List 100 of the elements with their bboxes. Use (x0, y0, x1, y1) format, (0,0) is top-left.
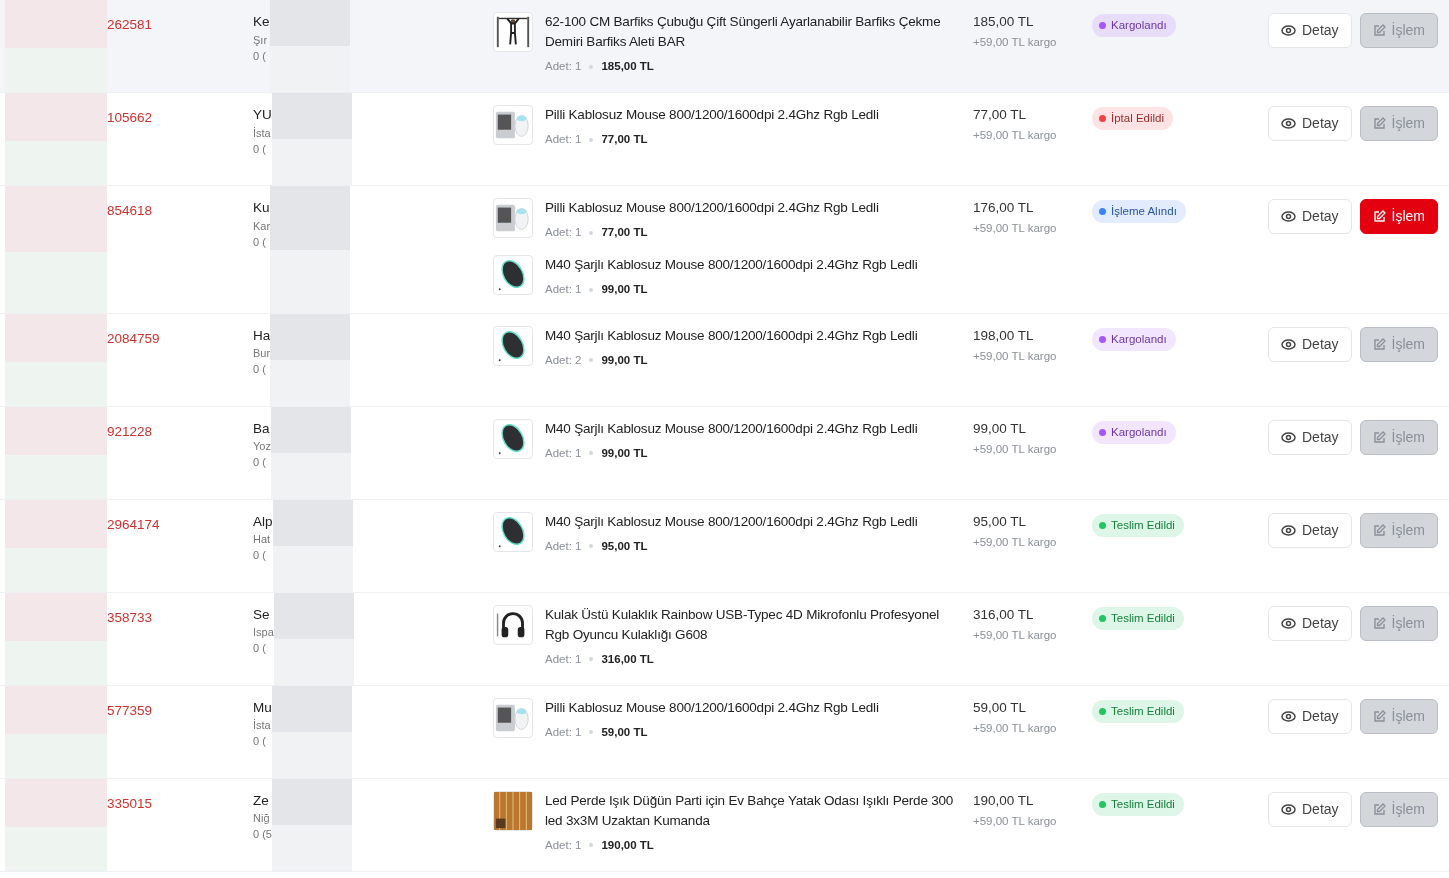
order-number: 358733 (107, 608, 154, 627)
shipping-fee: +59,00 TL kargo (973, 627, 1058, 643)
unit-price: 77,00 TL (601, 225, 648, 240)
customer-name: Mu (253, 700, 272, 716)
status-label: Kargolandı (1111, 424, 1167, 440)
shipping-fee: +59,00 TL kargo (973, 348, 1058, 364)
separator-dot (589, 730, 594, 735)
quantity: Adet: 1 (545, 724, 582, 740)
status-label: Kargolandı (1111, 331, 1167, 347)
unit-price: 59,00 TL (601, 724, 648, 740)
eye-icon (1281, 617, 1296, 629)
customer-name: Ze (253, 793, 270, 809)
order-number: 921228 (107, 422, 154, 441)
order-total: 77,00 TL (973, 106, 1028, 124)
shipping-fee: +59,00 TL kargo (973, 813, 1058, 829)
edit-icon (1372, 616, 1386, 630)
edit-icon (1372, 709, 1386, 723)
status-label: Teslim Edildi (1111, 610, 1175, 626)
detail-button[interactable]: Detay (1268, 512, 1352, 548)
edit-icon (1372, 430, 1386, 444)
customer-phone: 0 ( (253, 549, 267, 562)
separator-dot (589, 230, 594, 235)
separator-dot (589, 451, 594, 456)
quantity: Adet: 1 (545, 59, 582, 74)
separator-dot (589, 137, 594, 142)
order-total: 198,00 TL (973, 326, 1035, 345)
quantity: Adet: 2 (545, 352, 582, 368)
detail-button[interactable]: Detay (1268, 791, 1352, 827)
eye-icon (1281, 431, 1296, 443)
product-title: Pilli Kablosuz Mouse 800/1200/1600dpi 2.4Ghz Rgb Ledli (545, 106, 879, 124)
detail-button[interactable]: Detay (1268, 326, 1352, 362)
product-title: M40 Şarjlı Kablosuz Mouse 800/1200/1600dpi 2.4Ghz Rgb Ledli (545, 326, 918, 345)
product-title: M40 Şarjlı Kablosuz Mouse 800/1200/1600dpi 2.4Ghz Rgb Ledli (545, 512, 918, 531)
unit-price: 77,00 TL (601, 132, 648, 147)
customer-name: Alp (253, 514, 273, 530)
status-label: Teslim Edildi (1111, 796, 1175, 812)
order-number: 577359 (107, 701, 154, 720)
customer-city: İsta (253, 719, 272, 732)
unit-price: 99,00 TL (601, 282, 648, 298)
edit-icon (1372, 117, 1386, 130)
detail-button[interactable]: Detay (1268, 698, 1352, 734)
product-title: Pilli Kablosuz Mouse 800/1200/1600dpi 2.4Ghz Rgb Ledli (545, 698, 879, 717)
order-total: 99,00 TL (973, 419, 1028, 438)
edit-icon (1372, 523, 1386, 537)
shipping-fee: +59,00 TL kargo (973, 534, 1058, 550)
detail-button[interactable]: Detay (1268, 199, 1352, 234)
edit-icon (1372, 210, 1386, 223)
status-label: İşleme Alındı (1111, 204, 1177, 219)
shipping-fee: +59,00 TL kargo (973, 35, 1058, 50)
detail-button[interactable]: Detay (1268, 106, 1352, 141)
customer-phone: 0 ( (253, 49, 267, 63)
separator-dot (589, 657, 594, 662)
order-number: 335015 (107, 794, 154, 813)
detail-button[interactable]: Detay (1268, 13, 1352, 48)
status-label: Teslim Edildi (1111, 703, 1175, 719)
detail-button[interactable]: Detay (1268, 419, 1352, 455)
quantity: Adet: 1 (545, 837, 582, 853)
eye-icon (1281, 25, 1296, 36)
status-label: İptal Edildi (1111, 111, 1165, 126)
customer-phone: 0 ( (253, 456, 267, 469)
string-lights-photo (494, 791, 532, 830)
order-number: 854618 (107, 202, 154, 220)
order-total: 95,00 TL (973, 512, 1028, 531)
quantity: Adet: 1 (545, 225, 582, 240)
product-title: 62-100 CM Barfiks Çubuğu Çift Süngerli Ayarlanabilir Barfiks Çekme Demiri Barfiks Aleti BAR (545, 13, 942, 51)
customer-city: Niğ (253, 812, 271, 825)
eye-icon (1281, 803, 1296, 815)
customer-phone: 0 ( (253, 363, 267, 376)
customer-phone: 0 (5 (253, 828, 272, 841)
eye-icon (1281, 211, 1296, 222)
eye-icon (1281, 710, 1296, 722)
action-button[interactable]: İşlem (1359, 199, 1439, 234)
product-title: M40 Şarjlı Kablosuz Mouse 800/1200/1600dpi 2.4Ghz Rgb Ledli (545, 419, 918, 438)
edit-icon (1372, 24, 1386, 37)
shipping-fee: +59,00 TL kargo (973, 128, 1058, 143)
customer-city: Kar (253, 219, 271, 232)
eye-icon (1281, 118, 1296, 129)
quantity: Adet: 1 (545, 445, 582, 461)
customer-city: Hat (253, 533, 272, 546)
edit-icon (1372, 337, 1386, 351)
customer-city: İsta (253, 126, 272, 139)
quantity: Adet: 1 (545, 651, 582, 667)
detail-button[interactable]: Detay (1268, 605, 1352, 641)
separator-dot (589, 287, 594, 292)
order-number: 2084759 (107, 329, 161, 348)
customer-name: Ku (253, 201, 271, 216)
status-label: Kargolandı (1111, 18, 1167, 33)
order-number: 2964174 (107, 515, 161, 534)
separator-dot (589, 64, 594, 69)
customer-name: YU (253, 108, 272, 123)
eye-icon (1281, 524, 1296, 536)
unit-price: 99,00 TL (601, 445, 648, 461)
order-total: 316,00 TL (973, 605, 1035, 624)
product-title: Pilli Kablosuz Mouse 800/1200/1600dpi 2.4Ghz Rgb Ledli (545, 199, 879, 217)
customer-city: Ispa (253, 626, 274, 639)
unit-price: 99,00 TL (601, 352, 648, 368)
eye-icon (1281, 338, 1296, 350)
order-total: 190,00 TL (973, 791, 1035, 810)
unit-price: 316,00 TL (601, 651, 654, 667)
edit-icon (1372, 802, 1386, 816)
